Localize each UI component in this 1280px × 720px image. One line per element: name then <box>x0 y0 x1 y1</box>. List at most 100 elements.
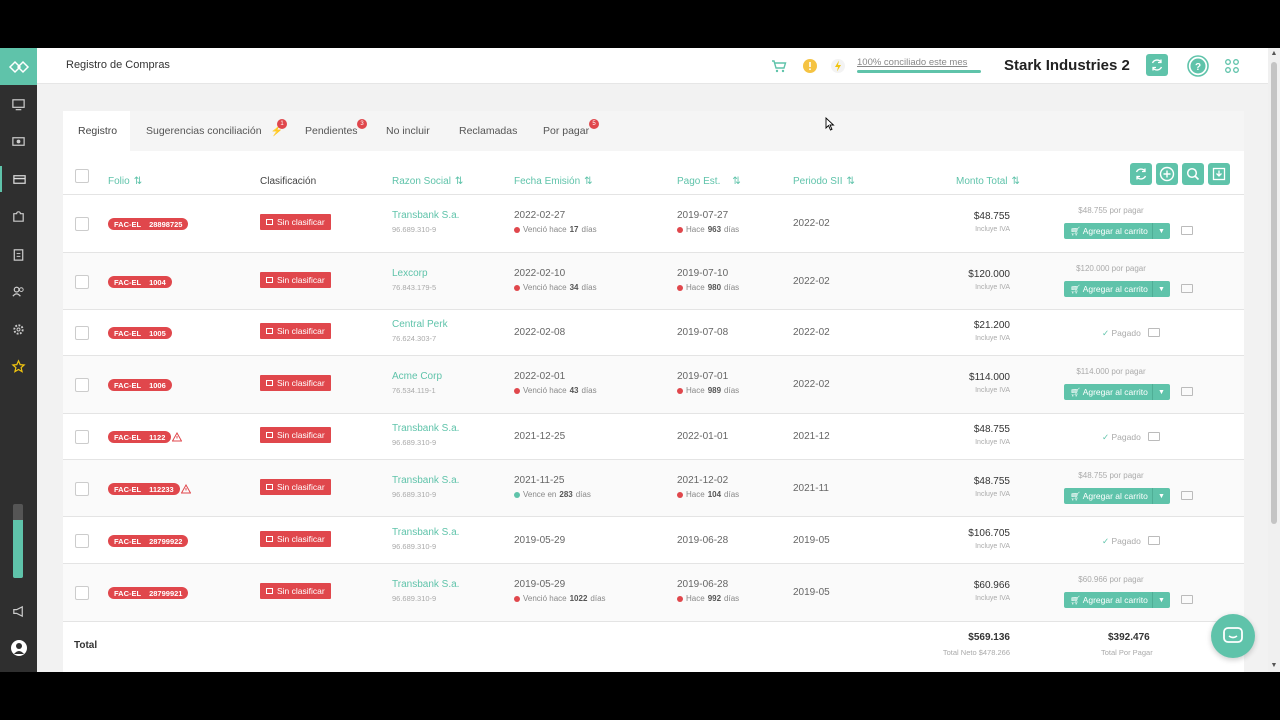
razon-social-link[interactable]: Transbank S.a. <box>392 579 459 590</box>
comment-icon[interactable] <box>1148 432 1160 441</box>
table-row[interactable]: FAC-EL 28898725 Sin clasificar Transbank S.… <box>63 194 1244 252</box>
chat-button[interactable] <box>1211 614 1255 658</box>
help-icon[interactable]: ? <box>1187 55 1209 77</box>
sync-button[interactable] <box>1146 54 1168 76</box>
row-checkbox[interactable] <box>75 534 89 548</box>
col-razon-social[interactable]: Razon Social ⇅ <box>392 176 463 187</box>
monitor-icon[interactable] <box>0 91 37 117</box>
folio-badge[interactable]: FAC-EL 1006 <box>108 379 172 391</box>
comment-icon[interactable] <box>1148 536 1160 545</box>
clipboard-icon[interactable] <box>0 241 37 267</box>
sin-clasificar-button[interactable]: Sin clasificar <box>260 375 331 391</box>
tab-pendientes[interactable]: Pendientes <box>305 111 358 151</box>
sort-icon[interactable]: ⇅ <box>584 176 592 187</box>
razon-social-link[interactable]: Lexcorp <box>392 268 428 279</box>
comment-icon[interactable] <box>1181 387 1193 396</box>
folio-badge[interactable]: FAC-EL 1005 <box>108 327 172 339</box>
col-folio[interactable]: Folio ⇅ <box>108 176 142 187</box>
conciliado-text[interactable]: 100% conciliado este mes <box>857 57 981 68</box>
add-button[interactable] <box>1156 163 1178 185</box>
scroll-down-icon[interactable]: ▼ <box>1270 662 1278 669</box>
puzzle-icon[interactable] <box>0 203 37 229</box>
tab-por-pagar[interactable]: Por pagar <box>543 111 589 151</box>
agregar-carrito-button[interactable]: 🛒︎ Agregar al carrito ▼ <box>1064 281 1170 297</box>
scrollbar-thumb[interactable] <box>1271 62 1277 524</box>
agregar-carrito-button[interactable]: 🛒︎ Agregar al carrito ▼ <box>1064 488 1170 504</box>
comment-icon[interactable] <box>1181 595 1193 604</box>
chevron-down-icon[interactable]: ▼ <box>1152 592 1170 608</box>
table-row[interactable]: FAC-EL 1004 Sin clasificar Lexcorp 76.843.17… <box>63 252 1244 309</box>
select-all-checkbox[interactable] <box>75 169 89 183</box>
download-button[interactable] <box>1208 163 1230 185</box>
lightning-icon[interactable] <box>829 57 847 75</box>
sort-icon[interactable]: ⇅ <box>455 176 463 187</box>
comment-icon[interactable] <box>1181 226 1193 235</box>
folio-badge[interactable]: FAC-EL 28799921 <box>108 587 189 599</box>
sin-clasificar-button[interactable]: Sin clasificar <box>260 479 331 495</box>
sort-icon[interactable]: ⇅ <box>1012 176 1020 187</box>
table-row[interactable]: FAC-EL 112233 Sin clasificar Transbank S.a.… <box>63 459 1244 516</box>
agregar-carrito-button[interactable]: 🛒︎ Agregar al carrito ▼ <box>1064 223 1170 239</box>
folio-badge[interactable]: FAC-EL 1122 <box>108 431 172 443</box>
razon-social-link[interactable]: Transbank S.a. <box>392 210 459 221</box>
row-checkbox[interactable] <box>75 482 89 496</box>
row-checkbox[interactable] <box>75 326 89 340</box>
app-logo[interactable] <box>0 48 37 85</box>
table-row[interactable]: FAC-EL 1005 Sin clasificar Central Perk 76.6… <box>63 309 1244 355</box>
razon-social-link[interactable]: Central Perk <box>392 319 448 330</box>
sin-clasificar-button[interactable]: Sin clasificar <box>260 531 331 547</box>
alert-icon[interactable] <box>801 57 819 75</box>
sin-clasificar-button[interactable]: Sin clasificar <box>260 272 331 288</box>
sort-icon[interactable]: ⇅ <box>846 176 854 187</box>
row-checkbox[interactable] <box>75 430 89 444</box>
table-row[interactable]: FAC-EL 28799921 Sin clasificar Transbank S.… <box>63 563 1244 621</box>
company-name[interactable]: Stark Industries 2 <box>1004 57 1130 74</box>
folio-badge[interactable]: FAC-EL 1004 <box>108 276 172 288</box>
apps-grid-icon[interactable] <box>1223 57 1241 75</box>
razon-social-link[interactable]: Transbank S.a. <box>392 527 459 538</box>
folio-badge[interactable]: FAC-EL 28799922 <box>108 535 189 547</box>
col-pago-est[interactable]: Pago Est. ⇅ <box>677 176 741 187</box>
chevron-down-icon[interactable]: ▼ <box>1152 488 1170 504</box>
users-icon[interactable] <box>0 278 37 304</box>
comment-icon[interactable] <box>1181 284 1193 293</box>
sin-clasificar-button[interactable]: Sin clasificar <box>260 323 331 339</box>
tab-registro[interactable]: Registro <box>63 111 130 151</box>
credit-card-icon[interactable] <box>0 166 37 192</box>
comment-icon[interactable] <box>1148 328 1160 337</box>
sort-icon[interactable]: ⇅ <box>732 176 740 187</box>
scroll-up-icon[interactable]: ▲ <box>1270 50 1278 57</box>
money-icon[interactable] <box>0 128 37 154</box>
star-icon[interactable] <box>0 353 37 379</box>
row-checkbox[interactable] <box>75 217 89 231</box>
agregar-carrito-button[interactable]: 🛒︎ Agregar al carrito ▼ <box>1064 384 1170 400</box>
tab-no-incluir[interactable]: No incluir <box>386 111 430 151</box>
chevron-down-icon[interactable]: ▼ <box>1152 223 1170 239</box>
comment-icon[interactable] <box>1181 491 1193 500</box>
row-checkbox[interactable] <box>75 275 89 289</box>
sort-icon[interactable]: ⇅ <box>134 176 142 187</box>
row-checkbox[interactable] <box>75 586 89 600</box>
col-monto-total[interactable]: Monto Total ⇅ <box>956 176 1020 187</box>
cart-icon[interactable] <box>770 57 788 75</box>
tab-reclamadas[interactable]: Reclamadas <box>459 111 517 151</box>
folio-badge[interactable]: FAC-EL 112233 <box>108 483 180 495</box>
col-periodo-sii[interactable]: Periodo SII ⇅ <box>793 176 855 187</box>
user-avatar-icon[interactable] <box>0 635 37 661</box>
chevron-down-icon[interactable]: ▼ <box>1152 384 1170 400</box>
search-button[interactable] <box>1182 163 1204 185</box>
table-row[interactable]: FAC-EL 1006 Sin clasificar Acme Corp 76.534.… <box>63 355 1244 413</box>
razon-social-link[interactable]: Transbank S.a. <box>392 423 459 434</box>
sin-clasificar-button[interactable]: Sin clasificar <box>260 427 331 443</box>
col-fecha-emision[interactable]: Fecha Emisión ⇅ <box>514 176 593 187</box>
table-row[interactable]: FAC-EL 1122 Sin clasificar Transbank S.a. 96… <box>63 413 1244 459</box>
chevron-down-icon[interactable]: ▼ <box>1152 281 1170 297</box>
razon-social-link[interactable]: Acme Corp <box>392 371 442 382</box>
razon-social-link[interactable]: Transbank S.a. <box>392 475 459 486</box>
table-row[interactable]: FAC-EL 28799922 Sin clasificar Transbank S.… <box>63 516 1244 563</box>
megaphone-icon[interactable] <box>0 598 37 624</box>
folio-badge[interactable]: FAC-EL 28898725 <box>108 218 189 230</box>
settings-icon[interactable] <box>0 316 37 342</box>
agregar-carrito-button[interactable]: 🛒︎ Agregar al carrito ▼ <box>1064 592 1170 608</box>
row-checkbox[interactable] <box>75 378 89 392</box>
